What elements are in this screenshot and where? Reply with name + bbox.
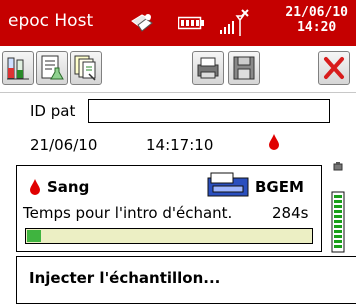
card-reader-icon (207, 172, 249, 202)
card-stack-icon (74, 55, 96, 81)
test-panel: Sang BGEM Temps pour l'intro d'échant. 2… (16, 165, 322, 252)
save-button[interactable] (228, 51, 260, 85)
blood-drop-icon (268, 133, 280, 155)
print-button[interactable] (192, 51, 224, 85)
close-x-icon (324, 57, 344, 79)
toolbar (0, 46, 356, 93)
signal-icon (218, 8, 252, 42)
timer-label: Temps pour l'intro d'échant. (23, 204, 233, 222)
clock-date: 21/06/10 (285, 5, 348, 20)
instruction-box: Injecter l'échantillon... (16, 256, 356, 304)
clock: 21/06/10 14:20 (285, 5, 348, 35)
test-time: 14:17:10 (146, 136, 214, 154)
test-date: 21/06/10 (30, 136, 98, 154)
printer-icon (197, 57, 219, 79)
cards-button[interactable] (70, 51, 102, 85)
blood-drop-icon (29, 178, 41, 200)
save-icon (233, 56, 255, 80)
patient-id-label: ID pat (30, 102, 76, 120)
cancel-button[interactable] (318, 51, 350, 85)
reader-battery-gauge (330, 162, 346, 254)
sample-type: Sang (47, 178, 90, 196)
title-bar: epoc Host 21/06/10 14:20 (0, 0, 356, 46)
app-title: epoc Host (8, 11, 94, 31)
patient-id-field[interactable] (88, 99, 330, 123)
instruction-text: Injecter l'échantillon... (29, 269, 221, 287)
results-button[interactable] (36, 51, 68, 85)
sync-icon (128, 11, 156, 39)
timer-value: 284s (272, 204, 309, 222)
timer-progress-bar (25, 228, 313, 244)
flask-document-icon (41, 55, 64, 80)
clock-time: 14:20 (297, 20, 337, 35)
test-tubes-button[interactable] (2, 51, 34, 85)
reader-name: BGEM (255, 178, 304, 196)
progress-fill (27, 230, 42, 242)
battery-icon (177, 15, 204, 35)
test-tubes-icon (7, 57, 29, 80)
